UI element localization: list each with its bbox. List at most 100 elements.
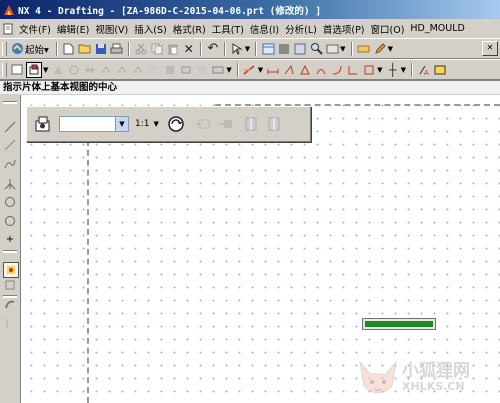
cut-icon[interactable] xyxy=(134,42,148,56)
folded-section-icon[interactable] xyxy=(131,63,145,77)
projected-view-icon[interactable] xyxy=(51,63,65,77)
revolved-section-icon[interactable] xyxy=(115,63,129,77)
chevron-down-icon[interactable]: ▼ xyxy=(245,45,250,53)
pencil-icon[interactable] xyxy=(373,42,387,56)
detail-view-icon[interactable] xyxy=(67,63,81,77)
start-icon[interactable] xyxy=(10,42,24,56)
line-icon[interactable] xyxy=(3,120,17,134)
undo-icon[interactable]: ↶ xyxy=(206,41,220,56)
document-icon xyxy=(1,22,15,36)
snap-options-icon[interactable] xyxy=(3,278,17,292)
render-style-icon[interactable] xyxy=(325,42,339,56)
parallel-dimension-icon[interactable] xyxy=(298,63,312,77)
view-type-combo[interactable]: ▼ xyxy=(59,116,129,132)
base-view-icon[interactable] xyxy=(26,61,42,78)
align-view-icon[interactable] xyxy=(211,63,225,77)
ordinate-dimension-icon[interactable] xyxy=(362,63,376,77)
pictorial-section-icon[interactable] xyxy=(147,63,161,77)
title-bar[interactable]: NX 4 - Drafting - [ZA-986D-C-2015-04-06.… xyxy=(0,0,500,19)
view-style-icon[interactable] xyxy=(167,115,185,133)
base-view-icon[interactable] xyxy=(34,115,52,133)
orient-view-icon[interactable] xyxy=(217,117,235,131)
centerline-icon[interactable]: ┼ xyxy=(386,63,400,77)
chevron-down-icon[interactable]: ▼ xyxy=(401,66,406,74)
chevron-down-icon[interactable]: ▼ xyxy=(340,45,345,53)
chevron-down-icon[interactable]: ▼ xyxy=(115,117,128,131)
sheet-icon[interactable] xyxy=(10,63,24,77)
chevron-down-icon[interactable]: ▼ xyxy=(258,66,263,74)
arc-icon[interactable] xyxy=(3,138,17,152)
toolbar-separator xyxy=(199,41,202,56)
menu-information[interactable]: 信息(I) xyxy=(247,22,282,36)
copy-icon[interactable] xyxy=(150,42,164,56)
toolbar-separator xyxy=(350,41,353,56)
menu-preferences[interactable]: 首选项(P) xyxy=(320,22,368,36)
toolbar-grip[interactable] xyxy=(2,62,7,77)
status-progress-bar xyxy=(362,318,436,330)
feature-control-icon[interactable] xyxy=(433,63,447,77)
fit-view-icon[interactable] xyxy=(277,42,291,56)
save-icon[interactable] xyxy=(94,42,108,56)
toolbar-close-button[interactable]: ✕ xyxy=(482,41,498,56)
ellipse-icon[interactable] xyxy=(3,214,17,228)
standard-toolbar: 起始▾ ✕ ↶ ▼ ▼ ▼ ✕ xyxy=(0,38,500,59)
radius-dimension-icon[interactable] xyxy=(330,63,344,77)
menu-edit[interactable]: 编辑(E) xyxy=(54,22,92,36)
layer-icon[interactable] xyxy=(261,42,275,56)
menu-hd-mould[interactable]: HD_MOULD xyxy=(407,23,467,34)
menu-window[interactable]: 窗口(O) xyxy=(368,22,408,36)
menu-bar: 文件(F) 编辑(E) 视图(V) 插入(S) 格式(R) 工具(T) 信息(I… xyxy=(0,19,500,38)
crosshair-icon[interactable]: + xyxy=(3,232,17,246)
menu-format[interactable]: 格式(R) xyxy=(170,22,209,36)
broken-view-icon[interactable] xyxy=(163,63,177,77)
view-boundary-icon[interactable] xyxy=(179,63,193,77)
prompt-line: 指示片体上基本视图的中心 xyxy=(0,80,500,94)
base-view-toolbar: ▼ 1:1 ▼ xyxy=(26,106,311,142)
move-view-icon[interactable] xyxy=(194,117,212,131)
start-button[interactable]: 起始▾ xyxy=(25,42,53,56)
display-icon[interactable] xyxy=(293,42,307,56)
zoom-icon[interactable] xyxy=(309,42,323,56)
toolbar-grip[interactable] xyxy=(2,41,7,56)
chevron-down-icon[interactable]: ▼ xyxy=(388,45,393,53)
vertical-dimension-icon[interactable] xyxy=(282,63,296,77)
update-view-icon[interactable] xyxy=(195,63,209,77)
chevron-down-icon[interactable]: ▼ xyxy=(377,66,382,74)
open-folder-icon[interactable] xyxy=(78,42,92,56)
preview-view-icon[interactable] xyxy=(242,117,260,131)
menu-view[interactable]: 视图(V) xyxy=(92,22,131,36)
point-icon[interactable] xyxy=(3,177,17,191)
chevron-down-icon[interactable]: ▼ xyxy=(226,66,231,74)
watermark-text: 小狐狸网 xyxy=(402,361,470,381)
half-section-icon[interactable] xyxy=(99,63,113,77)
fox-logo-icon xyxy=(359,360,397,394)
chevron-down-icon[interactable]: ▼ xyxy=(153,120,158,128)
view-label-icon[interactable] xyxy=(265,117,283,131)
preferences-icon[interactable] xyxy=(357,42,371,56)
print-icon[interactable] xyxy=(110,42,124,56)
watermark-url: XHLKS.CN xyxy=(402,380,465,393)
select-arrow-icon[interactable] xyxy=(230,42,244,56)
edit-icon[interactable] xyxy=(3,297,17,311)
inferred-dimension-icon[interactable] xyxy=(243,63,257,77)
menu-tools[interactable]: 工具(T) xyxy=(209,22,247,36)
menu-analysis[interactable]: 分析(L) xyxy=(282,22,320,36)
menu-file[interactable]: 文件(F) xyxy=(16,22,54,36)
scale-value[interactable]: 1:1 xyxy=(135,119,149,129)
trim-icon[interactable] xyxy=(3,316,17,330)
note-icon[interactable]: A xyxy=(417,63,431,77)
snap-point-icon[interactable] xyxy=(3,262,19,278)
paste-icon[interactable] xyxy=(166,42,180,56)
circle-icon[interactable] xyxy=(3,195,17,209)
section-view-icon[interactable] xyxy=(83,63,97,77)
horizontal-dimension-icon[interactable] xyxy=(266,63,280,77)
chevron-down-icon[interactable]: ▼ xyxy=(43,66,48,74)
angular-dimension-icon[interactable] xyxy=(314,63,328,77)
delete-icon[interactable]: ✕ xyxy=(182,42,196,56)
sidebar-grip[interactable] xyxy=(3,101,17,104)
toolbar-separator xyxy=(223,41,226,56)
chamfer-dimension-icon[interactable] xyxy=(346,63,360,77)
new-file-icon[interactable] xyxy=(62,42,76,56)
menu-insert[interactable]: 插入(S) xyxy=(131,22,169,36)
spline-icon[interactable] xyxy=(3,157,17,171)
